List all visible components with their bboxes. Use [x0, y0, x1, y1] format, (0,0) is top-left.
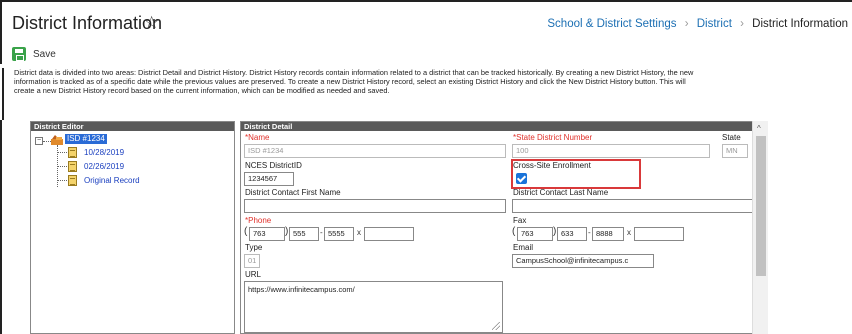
detail-scrollbar[interactable]: ^ [752, 121, 768, 334]
contact-last-name-label: District Contact Last Name [513, 188, 609, 197]
favorite-star-icon[interactable]: ☆ [144, 13, 159, 33]
tree-item-history-1[interactable]: 10/28/2019 [84, 148, 124, 158]
breadcrumb-current: District Information [752, 18, 848, 30]
contact-first-name-label: District Contact First Name [245, 188, 341, 197]
scroll-thumb[interactable] [756, 136, 766, 276]
tree-connector [57, 166, 67, 167]
type-field[interactable]: 01 [244, 254, 260, 268]
scroll-up-icon[interactable]: ^ [757, 124, 761, 133]
page-header: District Information ☆ School & District… [0, 0, 852, 42]
editor-frame: District Editor − ISD #1234 10/28/2019 0… [0, 120, 768, 334]
cross-site-enrollment-label: Cross-Site Enrollment [513, 161, 591, 170]
url-textarea[interactable]: https://www.infinitecampus.com/ [244, 281, 503, 333]
fax-paren: ) [553, 226, 557, 237]
fax-dash: - [588, 228, 591, 237]
url-value: https://www.infinitecampus.com/ [248, 285, 355, 294]
page-title: District Information [12, 13, 163, 33]
phone-line-field[interactable]: 5555 [324, 227, 354, 241]
fax-paren: ( [512, 226, 516, 237]
save-label: Save [33, 48, 56, 60]
phone-area-code-field[interactable]: 763 [249, 227, 285, 241]
tree-root-district[interactable]: ISD #1234 [65, 134, 107, 144]
name-label: *Name [245, 133, 270, 142]
state-field[interactable]: MN [722, 144, 748, 158]
type-label: Type [245, 243, 263, 252]
page-description: District data is divided into two areas:… [2, 68, 702, 120]
district-detail-panel: District Detail *Name ISD #1234 *State D… [240, 121, 768, 334]
history-record-icon [68, 161, 77, 172]
tree-connector [57, 152, 67, 153]
action-toolbar: Save [0, 42, 852, 64]
save-button[interactable]: Save [12, 47, 56, 61]
email-label: Email [513, 243, 534, 252]
contact-first-name-field[interactable] [244, 199, 506, 213]
phone-paren: ( [244, 226, 248, 237]
phone-extension-field[interactable] [364, 227, 414, 241]
history-record-icon [68, 175, 77, 186]
breadcrumb-district[interactable]: District [697, 18, 732, 30]
district-editor-panel: District Editor − ISD #1234 10/28/2019 0… [30, 121, 235, 334]
phone-label: *Phone [245, 216, 272, 225]
breadcrumb-separator-icon: › [740, 18, 744, 30]
breadcrumb: School & District Settings › District › … [547, 18, 848, 30]
url-label: URL [245, 270, 262, 279]
collapse-toggle-icon[interactable]: − [35, 137, 43, 145]
tree-connector [57, 180, 67, 181]
state-district-number-field[interactable]: 100 [512, 144, 710, 158]
save-icon [12, 47, 26, 61]
breadcrumb-separator-icon: › [684, 18, 689, 30]
state-label: State [722, 133, 741, 142]
district-tree: − ISD #1234 10/28/2019 02/26/2019 Origin… [31, 131, 234, 334]
fax-extension-label: x [627, 228, 631, 237]
phone-extension-label: x [357, 228, 361, 237]
contact-last-name-field[interactable] [512, 199, 767, 213]
district-folder-icon [51, 135, 63, 145]
fax-label: Fax [513, 216, 527, 225]
fax-area-code-field[interactable]: 763 [517, 227, 553, 241]
name-field[interactable]: ISD #1234 [244, 144, 506, 158]
email-field[interactable]: CampusSchool@infinitecampus.c [512, 254, 654, 268]
phone-dash: - [320, 228, 323, 237]
district-detail-heading: District Detail [241, 122, 767, 131]
tree-connector [43, 141, 51, 142]
nces-district-id-label: NCES DistrictID [245, 161, 302, 170]
fax-extension-field[interactable] [634, 227, 684, 241]
nces-district-id-field[interactable]: 1234567 [244, 172, 294, 186]
resize-grip-icon[interactable] [492, 322, 500, 330]
fax-prefix-field[interactable]: 633 [557, 227, 587, 241]
phone-paren: ) [285, 226, 289, 237]
history-record-icon [68, 147, 77, 158]
cross-site-enrollment-checkbox[interactable] [516, 173, 527, 184]
district-editor-heading: District Editor [31, 122, 234, 131]
tree-item-history-2[interactable]: 02/26/2019 [84, 162, 124, 172]
tree-item-original-record[interactable]: Original Record [84, 176, 140, 186]
phone-prefix-field[interactable]: 555 [289, 227, 319, 241]
state-district-number-label: *State District Number [513, 133, 593, 142]
fax-line-field[interactable]: 8888 [592, 227, 624, 241]
breadcrumb-school-district-settings[interactable]: School & District Settings [547, 18, 676, 30]
